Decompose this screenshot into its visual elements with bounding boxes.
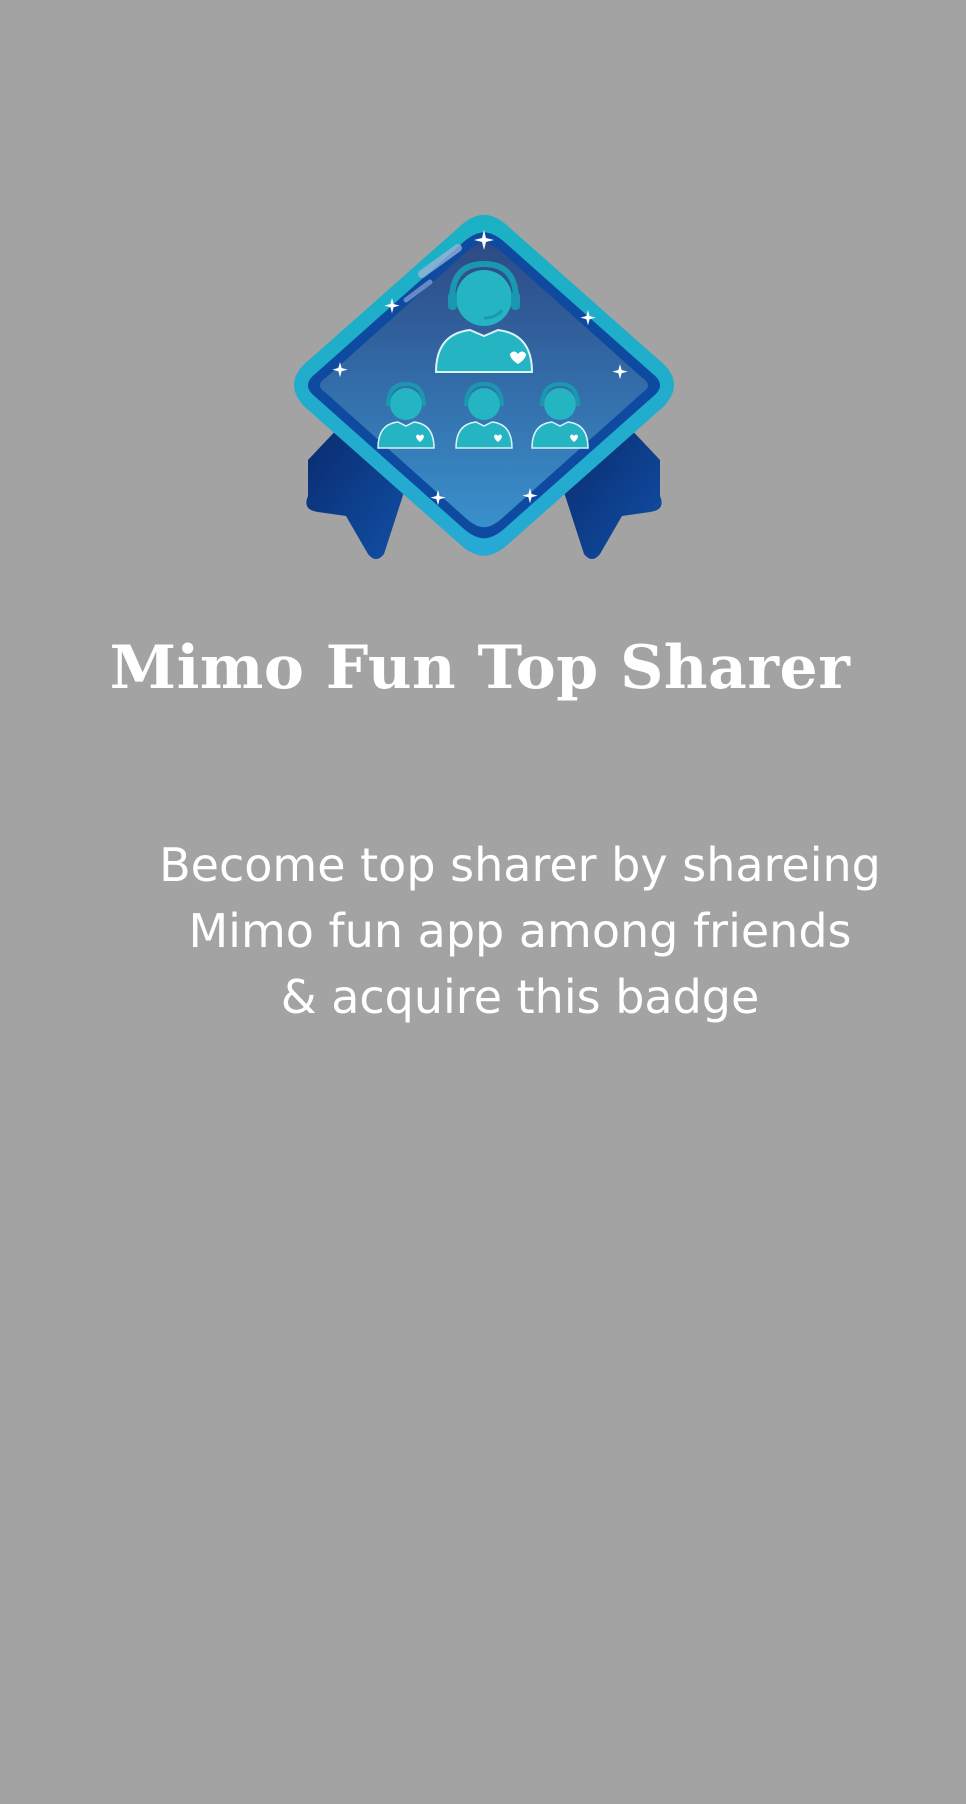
badge-description-line: Mimo fun app among friends [188, 904, 852, 958]
badge-description: Become top sharer by shareing Mimo fun a… [130, 832, 910, 1030]
badge-detail-screen: Mimo Fun Top Sharer Become top sharer by… [0, 0, 966, 1804]
top-sharer-badge-icon [256, 186, 712, 586]
badge-description-line: & acquire this badge [280, 970, 760, 1024]
badge-description-line: Become top sharer by shareing [159, 838, 881, 892]
badge-title: Mimo Fun Top Sharer [109, 633, 851, 703]
